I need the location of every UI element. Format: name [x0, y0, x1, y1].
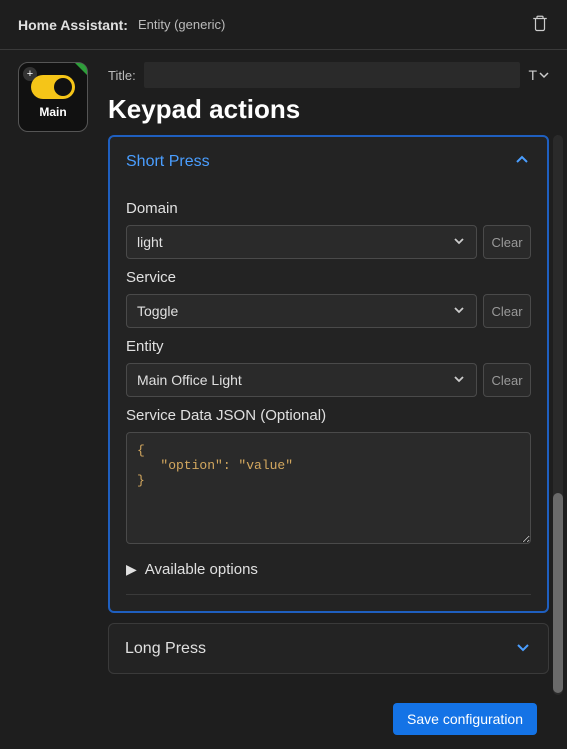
domain-value: light [137, 234, 163, 250]
title-label: Title: [108, 68, 136, 83]
title-input[interactable] [144, 62, 521, 88]
service-select[interactable]: Toggle [126, 294, 477, 328]
entity-value: Main Office Light [137, 372, 242, 388]
service-clear-button[interactable]: Clear [483, 294, 531, 328]
available-options-toggle[interactable]: ▶ Available options [126, 561, 531, 578]
device-thumbnail[interactable]: + Main [18, 62, 88, 132]
long-press-title: Long Press [125, 640, 206, 658]
entity-clear-button[interactable]: Clear [483, 363, 531, 397]
service-data-json-input[interactable] [126, 432, 531, 544]
chevron-down-icon [452, 303, 466, 320]
page-title: Keypad actions [108, 94, 549, 125]
chevron-down-icon [452, 234, 466, 251]
service-label: Service [126, 269, 531, 286]
thumbnail-label: Main [39, 105, 66, 119]
domain-label: Domain [126, 200, 531, 217]
entity-select[interactable]: Main Office Light [126, 363, 477, 397]
chevron-down-icon [452, 372, 466, 389]
chevron-up-icon [513, 151, 531, 172]
entity-label: Entity [126, 338, 531, 355]
json-label: Service Data JSON (Optional) [126, 407, 531, 424]
long-press-header[interactable]: Long Press [109, 624, 548, 673]
save-configuration-button[interactable]: Save configuration [393, 703, 537, 735]
domain-select[interactable]: light [126, 225, 477, 259]
header-bar: Home Assistant: Entity (generic) [0, 0, 567, 50]
status-corner-icon [75, 63, 87, 75]
short-press-header[interactable]: Short Press [110, 137, 547, 186]
divider [126, 594, 531, 595]
scrollbar-thumb[interactable] [553, 493, 563, 693]
title-type-button[interactable]: T [528, 67, 549, 83]
domain-clear-button[interactable]: Clear [483, 225, 531, 259]
available-options-label: Available options [145, 561, 258, 578]
short-press-title: Short Press [126, 153, 210, 171]
short-press-accordion: Short Press Domain light Clear Servic [108, 135, 549, 613]
long-press-accordion: Long Press [108, 623, 549, 674]
app-name: Home Assistant: [18, 17, 128, 33]
entity-type: Entity (generic) [138, 17, 531, 32]
triangle-right-icon: ▶ [126, 561, 137, 578]
trash-icon[interactable] [531, 14, 549, 35]
chevron-down-icon [514, 638, 532, 659]
toggle-icon [31, 75, 75, 99]
service-value: Toggle [137, 303, 178, 319]
